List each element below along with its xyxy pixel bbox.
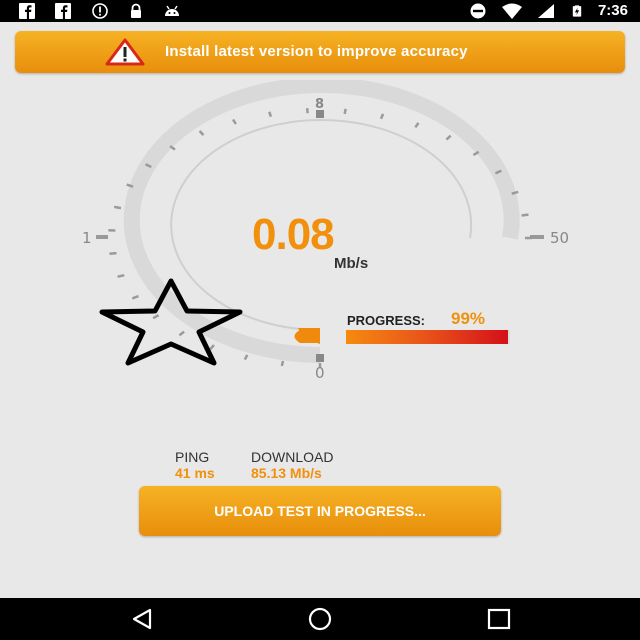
gauge-tick: [117, 273, 125, 278]
gauge-label-left: 1: [82, 229, 92, 247]
gauge-tick: [445, 134, 452, 141]
progress-bar-fill: [346, 330, 509, 344]
gauge-tick: [109, 251, 117, 255]
gauge-needle-cap: [294, 330, 320, 343]
ping-value: 41 ms: [175, 465, 215, 481]
gauge-label-bottom: 0: [315, 364, 325, 382]
gauge-tick: [231, 118, 237, 125]
speed-value: 0.08: [252, 210, 335, 259]
status-bar: 7:36: [0, 0, 640, 22]
gauge-tick: [521, 213, 529, 217]
gauge-label-top: 8: [315, 97, 325, 112]
recents-icon[interactable]: [485, 607, 513, 631]
navigation-bar: [0, 598, 640, 640]
do-not-disturb-icon: [470, 3, 486, 18]
facebook-icon: [55, 3, 71, 19]
banner-text: Install latest version to improve accura…: [165, 43, 468, 60]
star-icon: [99, 278, 243, 366]
wifi-icon: [501, 3, 522, 19]
gauge-tick: [268, 111, 273, 117]
upload-test-button[interactable]: UPLOAD TEST IN PROGRESS...: [139, 486, 501, 536]
ping-label: PING: [175, 449, 210, 465]
gauge-label-right: 50: [550, 229, 570, 247]
progress-value: 99%: [451, 309, 486, 328]
gauge-tick: [113, 205, 122, 210]
gauge-tick: [243, 354, 249, 361]
facebook-icon: [19, 3, 35, 19]
battery-charging-icon: [572, 4, 582, 17]
gauge-tick: [414, 122, 420, 129]
tick-major-left: [96, 235, 108, 239]
gauge-tick: [198, 130, 205, 136]
progress-label: PROGRESS:: [347, 313, 426, 328]
download-label: DOWNLOAD: [251, 449, 334, 465]
gauge-tick: [511, 190, 519, 195]
tick-major-bottom: [316, 354, 324, 362]
progress-bar: [346, 330, 510, 344]
update-banner[interactable]: Install latest version to improve accura…: [15, 31, 625, 73]
gauge-tick: [379, 113, 385, 120]
home-icon[interactable]: [306, 607, 334, 631]
back-icon[interactable]: [128, 607, 156, 631]
download-value: 85.13 Mb/s: [251, 465, 322, 481]
lock-icon: [131, 3, 141, 18]
status-time: 7:36: [597, 2, 628, 19]
warning-icon: [105, 38, 145, 66]
alert-icon: [92, 3, 108, 19]
android-icon: [165, 5, 179, 16]
gauge-tick: [280, 360, 285, 367]
tick-major-right: [530, 235, 544, 239]
speed-unit: Mb/s: [334, 255, 369, 272]
gauge-tick: [343, 108, 347, 115]
signal-icon: [537, 3, 554, 18]
